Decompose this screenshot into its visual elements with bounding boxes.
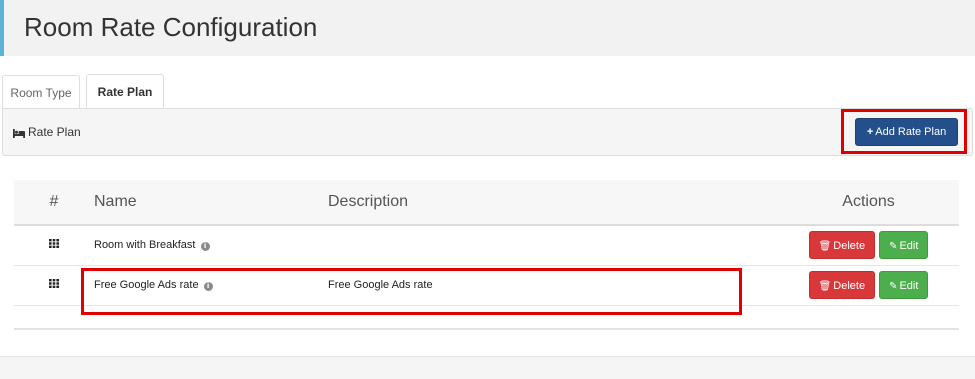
edit-button[interactable]: ✎ Edit [879, 271, 929, 299]
row-actions: 🗑 Delete ✎ Edit [778, 225, 959, 266]
page-header: Room Rate Configuration [0, 0, 975, 56]
delete-label: Delete [833, 280, 866, 292]
row-actions: 🗑 Delete ✎ Edit [778, 265, 959, 306]
delete-button[interactable]: 🗑 Delete [808, 231, 876, 260]
panel-heading: Rate Plan [13, 124, 81, 142]
panel-heading-label: Rate Plan [28, 125, 81, 139]
plus-icon: + [866, 126, 874, 138]
row-drag-cell [14, 225, 94, 266]
page-title: Room Rate Configuration [24, 12, 318, 42]
pencil-icon: ✎ [889, 241, 898, 253]
column-header-name: Name [94, 180, 328, 226]
grid-icon[interactable] [49, 239, 59, 251]
bed-icon [13, 126, 25, 142]
footer-bar [0, 356, 975, 379]
rate-plan-description [328, 225, 778, 266]
info-icon[interactable]: i [200, 242, 210, 252]
trash-icon: 🗑 [818, 281, 832, 292]
pencil-icon: ✎ [889, 281, 898, 292]
table-row: Room with Breakfast i 🗑 Delete ✎ Edit [14, 225, 959, 266]
edit-label: Edit [899, 280, 919, 292]
table-header-row: # Name Description Actions [14, 180, 959, 226]
table-bottom-divider [14, 328, 959, 330]
grid-icon[interactable] [49, 279, 59, 291]
column-header-actions: Actions [778, 180, 959, 226]
tab-rate-plan[interactable]: Rate Plan [86, 74, 164, 110]
edit-button[interactable]: ✎ Edit [879, 231, 929, 260]
delete-button[interactable]: 🗑 Delete [808, 271, 876, 299]
rate-plan-name: Room with Breakfast [94, 239, 196, 252]
row-highlight-box [81, 268, 742, 315]
add-rate-plan-button[interactable]: + Add Rate Plan [855, 118, 958, 146]
rate-plan-panel-header: Rate Plan [2, 108, 973, 156]
trash-icon: 🗑 [818, 241, 832, 253]
rate-plan-name-cell: Room with Breakfast i [94, 225, 328, 266]
add-rate-plan-label: Add Rate Plan [875, 126, 947, 138]
delete-label: Delete [833, 240, 866, 253]
column-header-description: Description [328, 180, 778, 226]
edit-label: Edit [899, 240, 919, 253]
column-header-number: # [14, 180, 94, 226]
tab-room-type[interactable]: Room Type [2, 75, 80, 109]
